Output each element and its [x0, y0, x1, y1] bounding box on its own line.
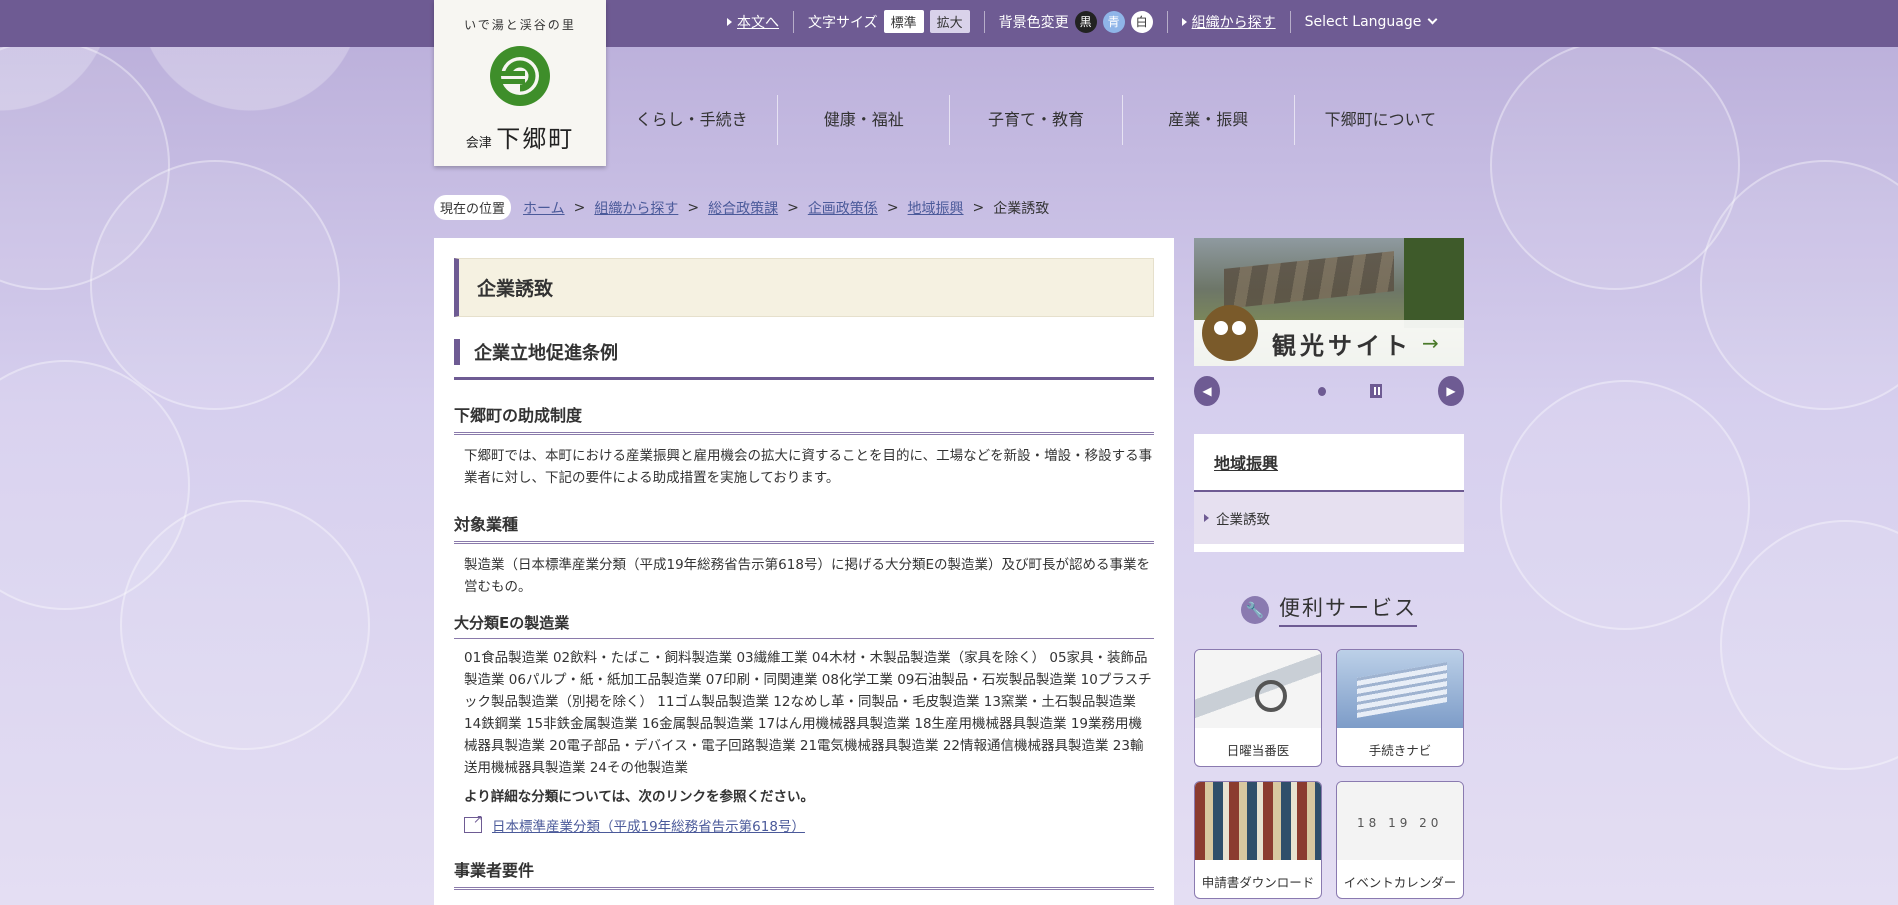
category-e-note: より詳細な分類については、次のリンクを参照ください。	[464, 789, 815, 805]
breadcrumb: 現在の位置 ホーム > 組織から探す > 総合政策課 > 企画政策係 > 地域振…	[434, 195, 1049, 220]
requirements-heading: 事業者要件	[454, 857, 1154, 890]
breadcrumb-label: 現在の位置	[434, 195, 512, 220]
divider	[1289, 10, 1291, 33]
breadcrumb-link-org[interactable]: 組織から探す	[594, 198, 678, 218]
service-label: 手続きナビ	[1368, 743, 1432, 758]
local-nav-item[interactable]: 企業誘致	[1194, 492, 1464, 544]
target-industry-heading: 対象業種	[454, 511, 1154, 544]
arrow-right-icon: →	[1422, 331, 1439, 355]
tourism-banner[interactable]: 観光サイト →	[1194, 238, 1464, 366]
services-grid: 日曜当番医 手続きナビ 申請書ダウンロード イベントカレンダー	[1194, 649, 1464, 899]
books-image	[1195, 782, 1321, 860]
subsidy-heading: 下郷町の助成制度	[454, 402, 1154, 435]
bg-white-button[interactable]: 白	[1130, 10, 1153, 33]
service-card-sunday-doctor[interactable]: 日曜当番医	[1194, 649, 1322, 767]
breadcrumb-link-home[interactable]: ホーム	[523, 198, 565, 218]
stethoscope-image	[1195, 650, 1321, 728]
main-content: 企業誘致 企業立地促進条例 下郷町の助成制度 下郷町では、本町における産業振興と…	[434, 238, 1174, 905]
nav-item-health[interactable]: 健康・福祉	[778, 95, 951, 145]
external-link-icon	[464, 812, 483, 833]
subsidy-text: 下郷町では、本町における産業振興と雇用機会の拡大に資することを目的に、工場などを…	[464, 448, 1153, 486]
target-industry-text: 製造業（日本標準産業分類（平成19年総務省告示第618号）に掲げる大分類Eの製造…	[464, 557, 1150, 595]
slider-prev-button[interactable]: ◀	[1194, 376, 1221, 406]
services-heading: 🔧 便利サービス	[1194, 592, 1464, 627]
global-nav: くらし・手続き 健康・福祉 子育て・教育 産業・振興 下郷町について	[606, 95, 1466, 145]
logo-town-name: 会津 下郷町	[434, 119, 606, 154]
wrench-icon: 🔧	[1241, 595, 1269, 624]
slider-pause-button[interactable]	[1369, 384, 1382, 398]
font-size-large-button[interactable]: 拡大	[929, 10, 970, 33]
nav-item-childcare[interactable]: 子育て・教育	[950, 95, 1123, 145]
font-size-label: 文字サイズ	[808, 14, 878, 31]
banner-village-image	[1224, 251, 1394, 309]
local-nav: 地域振興 企業誘致	[1194, 434, 1464, 552]
bg-blue-button[interactable]: 青	[1102, 10, 1125, 33]
site-logo[interactable]: いで湯と渓谷の里 会津 下郷町	[434, 0, 606, 166]
nav-item-about[interactable]: 下郷町について	[1295, 95, 1466, 145]
breadcrumb-separator: >	[573, 199, 586, 216]
slider-indicator-dot[interactable]	[1318, 386, 1326, 396]
service-label: 申請書ダウンロード	[1201, 875, 1315, 890]
local-nav-heading[interactable]: 地域振興	[1194, 434, 1464, 492]
slider-next-button[interactable]: ▶	[1437, 376, 1465, 406]
font-size-standard-button[interactable]: 標準	[883, 10, 924, 33]
breadcrumb-separator: >	[687, 199, 700, 216]
local-nav-item-label: 企業誘致	[1216, 512, 1270, 528]
local-nav-heading-text: 地域振興	[1214, 454, 1279, 473]
org-search-link[interactable]: 組織から探す	[1192, 12, 1276, 32]
heading-accent-bar	[454, 339, 460, 365]
section-heading: 企業立地促進条例	[454, 337, 1154, 380]
arrow-right-icon	[727, 17, 732, 26]
divider	[793, 10, 794, 33]
chevron-down-icon	[1427, 14, 1438, 25]
breadcrumb-separator: >	[787, 199, 799, 216]
divider	[1166, 10, 1168, 33]
banner-text: 観光サイト	[1272, 330, 1412, 360]
services-heading-text: 便利サービス	[1279, 592, 1417, 627]
section-heading-text: 企業立地促進条例	[474, 343, 618, 364]
bg-color-label: 背景色変更	[998, 14, 1069, 31]
breadcrumb-link-planning[interactable]: 企画政策係	[808, 198, 878, 218]
logo-tagline: いで湯と渓谷の里	[464, 18, 576, 32]
nav-item-living[interactable]: くらし・手続き	[606, 95, 779, 145]
category-e-list: 01食品製造業 02飲料・たばこ・飼料製造業 03繊維工業 04木材・木製品製造…	[464, 650, 1152, 776]
service-card-event-calendar[interactable]: イベントカレンダー	[1336, 781, 1464, 899]
breadcrumb-separator: >	[972, 199, 985, 216]
language-select-label: Select Language	[1304, 13, 1422, 30]
external-link-row: 日本標準産業分類（平成19年総務省告示第618号）	[464, 812, 1154, 835]
logo-town-prefix: 会津	[465, 136, 492, 151]
documents-image	[1337, 650, 1463, 728]
breadcrumb-link-regional[interactable]: 地域振興	[908, 198, 964, 218]
local-nav-footer	[1194, 544, 1464, 552]
service-card-form-download[interactable]: 申請書ダウンロード	[1194, 781, 1322, 899]
utility-bar: 本文へ 文字サイズ 標準 拡大 背景色変更 黒 青 白 組織から探す Selec…	[0, 0, 1898, 47]
arrow-right-icon	[1181, 17, 1187, 26]
divider	[983, 10, 985, 33]
nav-item-industry[interactable]: 産業・振興	[1123, 95, 1295, 145]
breadcrumb-current: 企業誘致	[993, 200, 1050, 217]
service-card-procedure-navi[interactable]: 手続きナビ	[1336, 649, 1464, 767]
language-select[interactable]: Select Language	[1304, 13, 1438, 30]
banner-slider-controls: ◀ ▶	[1194, 376, 1465, 406]
service-label: イベントカレンダー	[1343, 875, 1457, 890]
mascot-icon	[1202, 305, 1258, 361]
classification-link[interactable]: 日本標準産業分類（平成19年総務省告示第618号）	[492, 815, 805, 835]
banner-trees-image	[1404, 238, 1464, 328]
service-label: 日曜当番医	[1226, 743, 1290, 758]
town-emblem-icon	[490, 46, 550, 106]
category-e-heading: 大分類Eの製造業	[454, 612, 1154, 639]
banner-caption: 観光サイト →	[1194, 305, 1464, 366]
bg-black-button[interactable]: 黒	[1074, 10, 1097, 33]
page-title: 企業誘致	[454, 258, 1154, 317]
breadcrumb-link-policy[interactable]: 総合政策課	[708, 198, 778, 218]
calendar-image	[1337, 782, 1463, 860]
logo-town-main: 下郷町	[496, 125, 575, 153]
sidebar: 観光サイト → ◀ ▶ 地域振興 企業誘致 🔧 便利サービス 日曜当番医 手続き…	[1194, 238, 1465, 899]
breadcrumb-separator: >	[886, 199, 899, 216]
skip-to-content-link[interactable]: 本文へ	[737, 12, 779, 32]
arrow-right-icon	[1204, 514, 1209, 522]
